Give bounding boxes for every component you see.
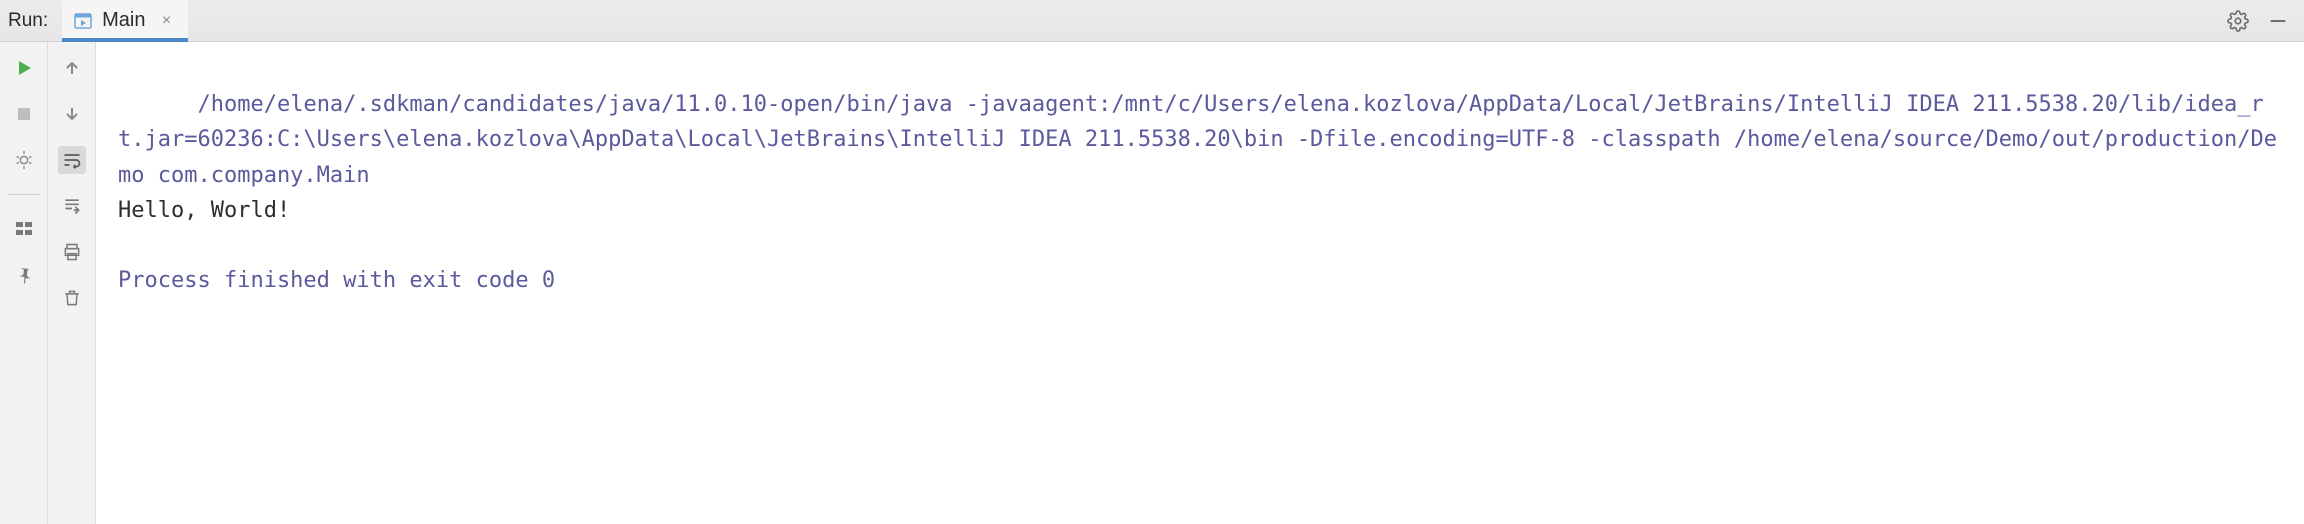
debug-rerun-icon[interactable] (10, 146, 38, 174)
run-tabs: Main × (62, 0, 187, 41)
layout-icon[interactable] (10, 215, 38, 243)
close-icon[interactable]: × (158, 12, 176, 30)
soft-wrap-icon[interactable] (58, 146, 86, 174)
scroll-to-end-icon[interactable] (58, 192, 86, 220)
run-toolbar-outer (0, 42, 48, 524)
tab-main[interactable]: Main × (62, 0, 187, 41)
tab-label: Main (102, 9, 145, 32)
print-icon[interactable] (58, 238, 86, 266)
console-output[interactable]: /home/elena/.sdkman/candidates/java/11.0… (96, 42, 2304, 524)
pin-icon[interactable] (10, 261, 38, 289)
trash-icon[interactable] (58, 284, 86, 312)
panel-title: Run: (0, 0, 62, 41)
arrow-down-icon[interactable] (58, 100, 86, 128)
run-panel-header: Run: Main × (0, 0, 2304, 42)
blank-line (118, 228, 2286, 263)
console-exit-line: Process finished with exit code 0 (118, 268, 555, 293)
minimize-icon[interactable] (2266, 9, 2290, 33)
console-stdout: Hello, World! (118, 198, 290, 223)
play-icon[interactable] (10, 54, 38, 82)
run-config-icon (72, 10, 94, 32)
run-toolbar-inner (48, 42, 96, 524)
gear-icon[interactable] (2226, 9, 2250, 33)
stop-icon[interactable] (10, 100, 38, 128)
arrow-up-icon[interactable] (58, 54, 86, 82)
console-command: /home/elena/.sdkman/candidates/java/11.0… (118, 92, 2277, 187)
separator (7, 194, 40, 195)
